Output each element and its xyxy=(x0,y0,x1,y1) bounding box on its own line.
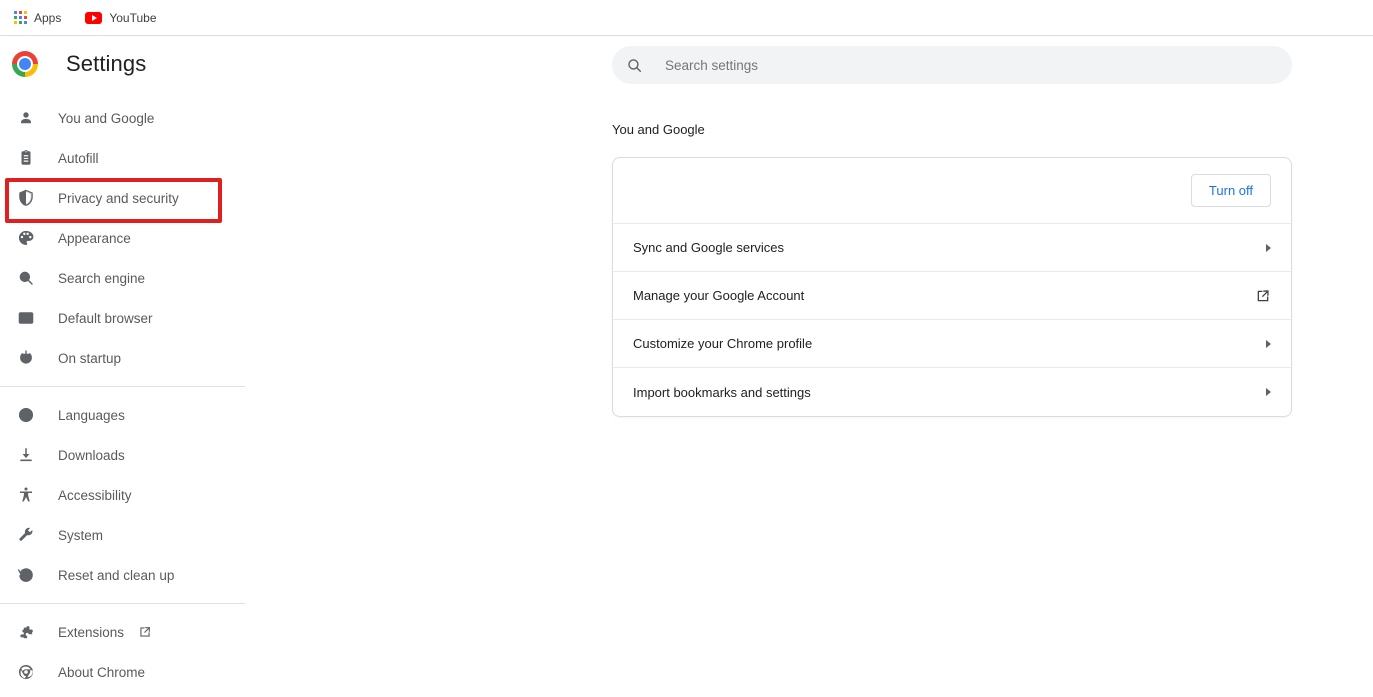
sidebar-item-extensions[interactable]: Extensions xyxy=(0,612,260,652)
sidebar-item-appearance[interactable]: Appearance xyxy=(0,218,260,258)
chevron-right-icon xyxy=(1266,388,1271,396)
sidebar-item-label: Autofill xyxy=(58,150,99,166)
sidebar-item-about-chrome[interactable]: About Chrome xyxy=(0,652,260,692)
sidebar-item-autofill[interactable]: Autofill xyxy=(0,138,260,178)
sidebar-group-advanced: Languages Downloads Accessibility System xyxy=(0,395,260,595)
sidebar-brand: Settings xyxy=(0,36,260,92)
person-icon xyxy=(16,108,36,128)
external-link-icon xyxy=(138,625,152,639)
sidebar-item-system[interactable]: System xyxy=(0,515,260,555)
sidebar-item-label: You and Google xyxy=(58,110,155,126)
sidebar-item-privacy-and-security[interactable]: Privacy and security xyxy=(0,178,260,218)
external-link-icon xyxy=(1255,288,1271,304)
card-row-label: Import bookmarks and settings xyxy=(633,384,811,400)
bookmarks-bar: Apps YouTube xyxy=(0,0,1373,36)
sidebar-item-label: System xyxy=(58,527,104,543)
clipboard-icon xyxy=(16,148,36,168)
card-row-import-bookmarks-and-settings[interactable]: Import bookmarks and settings xyxy=(613,368,1291,416)
settings-main-content: You and Google Turn off Sync and Google … xyxy=(260,36,1373,697)
sidebar-item-search-engine[interactable]: Search engine xyxy=(0,258,260,298)
sidebar-item-accessibility[interactable]: Accessibility xyxy=(0,475,260,515)
chrome-outline-icon xyxy=(16,662,36,682)
bookmark-apps-label: Apps xyxy=(34,10,62,25)
search-settings-bar[interactable] xyxy=(612,46,1292,84)
accessibility-icon xyxy=(16,485,36,505)
history-restore-icon xyxy=(16,565,36,585)
download-icon xyxy=(16,445,36,465)
you-and-google-card: Turn off Sync and Google services Manage… xyxy=(612,157,1292,417)
sidebar-item-label: Appearance xyxy=(58,230,131,246)
bookmark-apps[interactable]: Apps xyxy=(6,5,69,31)
chevron-right-icon xyxy=(1266,339,1271,348)
power-icon xyxy=(16,348,36,368)
sidebar-item-languages[interactable]: Languages xyxy=(0,395,260,435)
bookmark-youtube-label: YouTube xyxy=(109,10,157,25)
sidebar-item-downloads[interactable]: Downloads xyxy=(0,435,260,475)
page-title: Settings xyxy=(66,51,147,76)
sidebar-group-primary: You and Google Autofill Privacy and secu… xyxy=(0,92,260,378)
youtube-icon xyxy=(85,11,103,24)
magnifier-icon xyxy=(16,268,36,288)
sidebar-item-label: Extensions xyxy=(58,624,125,640)
section-heading-you-and-google: You and Google xyxy=(612,122,705,137)
search-input[interactable] xyxy=(663,56,1223,74)
card-row-label: Manage your Google Account xyxy=(633,288,805,303)
card-row-label: Sync and Google services xyxy=(633,240,785,255)
profile-row: Turn off xyxy=(613,158,1291,224)
sidebar-item-reset-and-clean-up[interactable]: Reset and clean up xyxy=(0,555,260,595)
sidebar-item-label: Reset and clean up xyxy=(58,567,175,583)
browser-window-icon xyxy=(16,308,36,328)
wrench-icon xyxy=(16,525,36,545)
chevron-right-icon xyxy=(1266,243,1271,252)
sidebar-group-footer: Extensions About Chrome xyxy=(0,612,260,692)
sidebar-item-label: Accessibility xyxy=(58,487,132,503)
palette-icon xyxy=(16,228,36,248)
sidebar-item-label: About Chrome xyxy=(58,664,146,680)
settings-sidebar: Settings You and Google Autofill Privacy… xyxy=(0,36,260,697)
sidebar-item-on-startup[interactable]: On startup xyxy=(0,338,260,378)
turn-off-button[interactable]: Turn off xyxy=(1190,174,1271,207)
sidebar-item-label: Downloads xyxy=(58,447,125,463)
sidebar-divider-2 xyxy=(0,603,245,604)
sidebar-item-label: Languages xyxy=(58,407,125,423)
sidebar-item-label: Privacy and security xyxy=(58,190,179,206)
sidebar-item-you-and-google[interactable]: You and Google xyxy=(0,98,260,138)
puzzle-piece-icon xyxy=(16,622,36,642)
card-row-label: Customize your Chrome profile xyxy=(633,336,813,351)
sidebar-divider-1 xyxy=(0,386,245,387)
card-row-customize-your-chrome-profile[interactable]: Customize your Chrome profile xyxy=(613,320,1291,368)
card-row-manage-your-google-account[interactable]: Manage your Google Account xyxy=(613,272,1291,320)
globe-icon xyxy=(16,405,36,425)
sidebar-item-label: On startup xyxy=(58,350,122,366)
sidebar-item-label: Default browser xyxy=(58,310,153,326)
card-row-sync-and-google-services[interactable]: Sync and Google services xyxy=(613,224,1291,272)
bookmark-youtube[interactable]: YouTube xyxy=(77,5,164,31)
apps-grid-icon xyxy=(14,11,27,24)
shield-icon xyxy=(16,188,36,208)
search-icon xyxy=(626,57,643,74)
sidebar-item-default-browser[interactable]: Default browser xyxy=(0,298,260,338)
sidebar-item-label: Search engine xyxy=(58,270,146,286)
chrome-logo-icon xyxy=(12,51,38,77)
